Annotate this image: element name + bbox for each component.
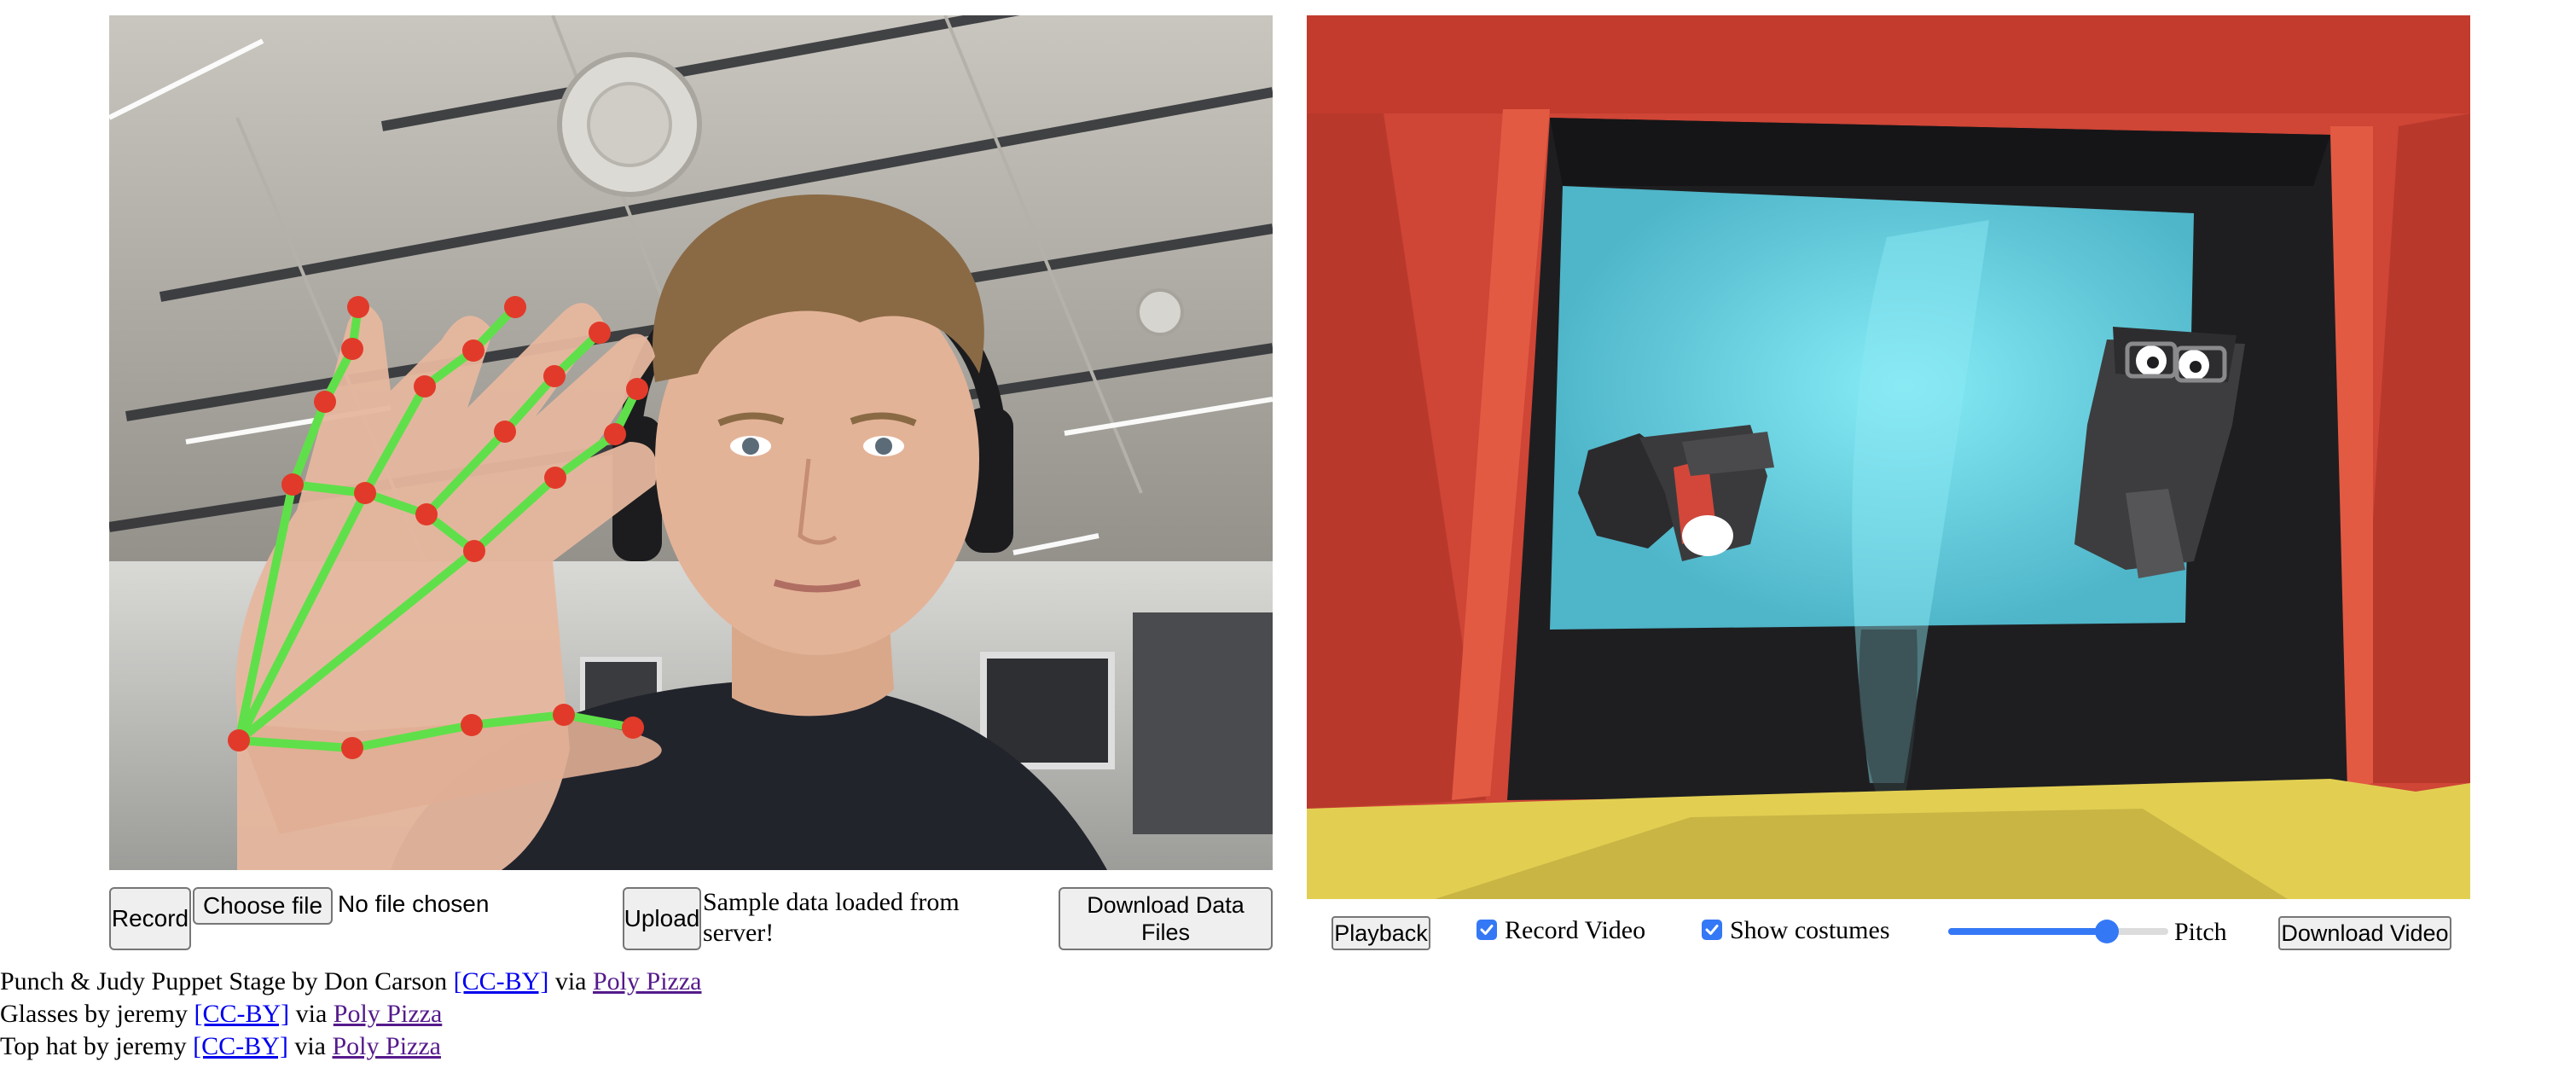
show-costumes-checkbox[interactable] (1702, 920, 1722, 940)
slider-thumb[interactable] (2094, 920, 2119, 943)
record-button[interactable]: Record (109, 887, 191, 950)
download-data-files-button[interactable]: Download Data Files (1059, 887, 1273, 950)
landmark-point (281, 473, 304, 496)
landmark-point (463, 540, 485, 562)
credit-via: via (294, 1032, 326, 1060)
pitch-slider[interactable] (1948, 920, 2168, 943)
landmark-point (354, 482, 376, 504)
landmark-point (347, 296, 369, 318)
webcam-scene (109, 15, 1273, 870)
credit-line: Top hat by jeremy [CC-BY] via Poly Pizza (0, 1032, 441, 1061)
sample-data-status: Sample data loaded from server! (703, 888, 960, 947)
landmark-point (504, 296, 526, 318)
download-video-button[interactable]: Download Video (2278, 916, 2451, 950)
stage-scene (1307, 15, 2470, 899)
landmark-point (622, 717, 644, 739)
landmark-point (553, 704, 575, 726)
record-video-label: Record Video (1505, 916, 1646, 944)
landmark-point (462, 339, 484, 362)
landmark-point (461, 714, 483, 736)
license-link[interactable]: [CC-BY] (454, 967, 549, 995)
landmark-point (314, 391, 336, 413)
choose-file-button[interactable]: Choose file (193, 887, 333, 925)
checkmark-icon (1705, 925, 1719, 935)
source-link[interactable]: Poly Pizza (334, 1000, 443, 1028)
landmark-point (604, 423, 626, 445)
credit-via: via (554, 967, 587, 995)
puppet-stage-view (1307, 15, 2470, 899)
playback-button[interactable]: Playback (1332, 916, 1430, 950)
landmark-point (589, 322, 611, 344)
landmark-point (341, 338, 363, 360)
license-link[interactable]: [CC-BY] (194, 1000, 289, 1028)
credit-text: Glasses by jeremy (0, 1000, 188, 1028)
landmark-point (494, 421, 516, 443)
slider-fill (1948, 928, 2107, 935)
landmark-point (228, 729, 250, 752)
credit-via: via (295, 1000, 328, 1028)
source-link[interactable]: Poly Pizza (593, 967, 702, 995)
landmark-point (415, 503, 438, 525)
upload-button[interactable]: Upload (623, 887, 701, 950)
landmark-point (626, 378, 648, 400)
license-link[interactable]: [CC-BY] (193, 1032, 288, 1060)
landmark-point (544, 467, 566, 489)
file-status: No file chosen (338, 891, 490, 917)
credit-text: Punch & Judy Puppet Stage by Don Carson (0, 967, 448, 995)
pitch-label: Pitch (2174, 918, 2227, 946)
credit-text: Top hat by jeremy (0, 1032, 187, 1060)
webcam-view (109, 15, 1273, 870)
landmark-point (543, 365, 566, 387)
show-costumes-label: Show costumes (1730, 916, 1890, 944)
source-link[interactable]: Poly Pizza (333, 1032, 442, 1060)
credit-line: Glasses by jeremy [CC-BY] via Poly Pizza (0, 1000, 442, 1029)
record-video-checkbox[interactable] (1477, 920, 1497, 940)
credit-line: Punch & Judy Puppet Stage by Don Carson … (0, 967, 701, 996)
checkmark-icon (1480, 925, 1494, 935)
landmark-point (341, 737, 363, 759)
landmark-point (414, 375, 436, 398)
